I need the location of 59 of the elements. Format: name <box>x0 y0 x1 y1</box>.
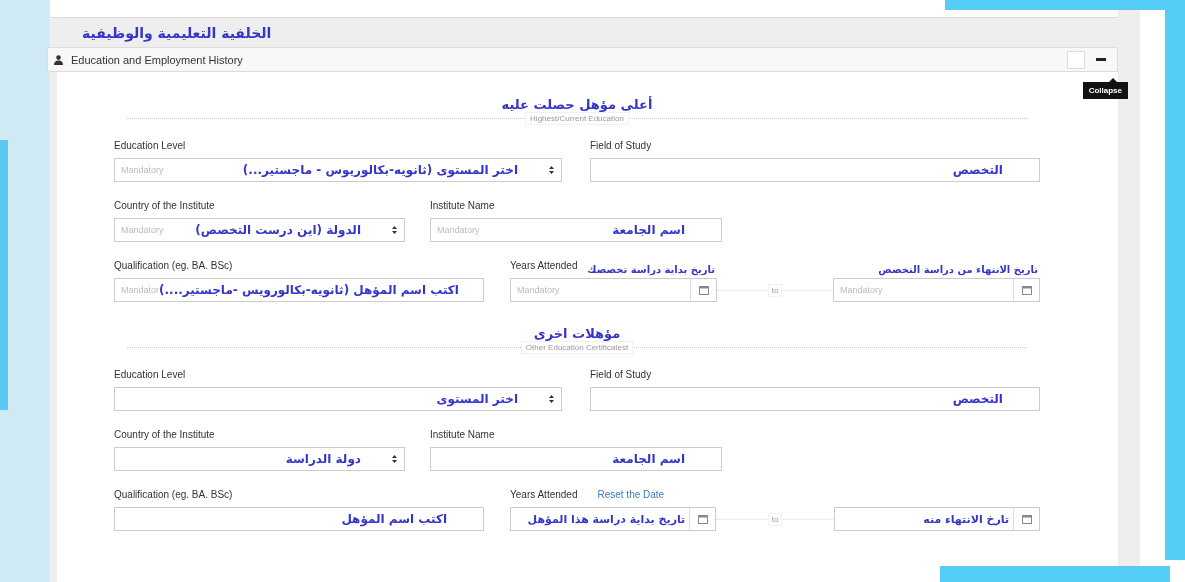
annotation-text: التخصص <box>952 392 1003 406</box>
panel-title: Education and Employment History <box>71 53 243 66</box>
input-field[interactable]: اكتب اسم المؤهل <box>114 507 484 531</box>
annotation-text: تاريخ بداية دراسة تخصصك <box>587 263 715 276</box>
range-separator: to <box>767 283 783 297</box>
annotation-text: الخلفية التعليمية والوظيفية <box>82 25 272 41</box>
input-field[interactable]: اسم الجامعة <box>430 447 722 471</box>
person-icon <box>54 54 63 65</box>
annotation-text: اكتب اسم المؤهل (ثانويه-بكالورويس -ماجستير....) <box>159 283 459 297</box>
field-label: Field of Study <box>590 140 652 153</box>
annotation-text: اسم الجامعة <box>612 452 685 466</box>
select-field[interactable]: اختر المستوى <box>114 387 562 411</box>
field-label: Education Level <box>114 140 186 153</box>
section-title: Highest/Current Education <box>525 111 629 125</box>
field-label: Years Attended <box>510 260 578 273</box>
annotation-text: التخصص <box>952 163 1003 177</box>
calendar-icon <box>1021 285 1032 295</box>
annotation-text: مؤهلات اخرى <box>533 326 621 341</box>
calendar-icon <box>698 285 709 295</box>
annotation-text: دولة الدراسة <box>285 452 361 466</box>
placeholder-text: Mandatory <box>121 225 164 235</box>
field-label: Institute Name <box>430 200 495 213</box>
range-separator: to <box>767 512 783 526</box>
select-field[interactable]: دولة الدراسة <box>114 447 405 471</box>
field-label: Field of Study <box>590 369 652 382</box>
annotation-text: اختر المستوى (ثانويه-بكالوريوس - ماجستير...) <box>242 163 518 177</box>
placeholder-text: Mandatory <box>840 285 883 295</box>
select-arrow-icon <box>391 225 398 235</box>
select-arrow-icon <box>548 394 555 404</box>
annotation-text: تارخ الانتهاء منه <box>923 512 1009 526</box>
section-title: Other Education Certificatest <box>520 340 634 354</box>
reset-date-link[interactable]: Reset the Date <box>597 489 665 503</box>
placeholder-text: Mandatory <box>517 285 560 295</box>
calendar-icon <box>1021 514 1032 524</box>
placeholder-text: Mandator <box>121 285 160 295</box>
annotation-text: تاريخ الانتهاء من دراسة التخصص <box>878 263 1038 276</box>
field-label: Qualification (eg. BA. BSc) <box>114 489 233 502</box>
minus-icon <box>1096 58 1106 61</box>
field-label: Country of the Institute <box>114 200 215 213</box>
date-field[interactable]: تاريخ بداية دراسة هذا المؤهل <box>510 507 717 531</box>
field-label: Qualification (eg. BA. BSc) <box>114 260 233 273</box>
select-arrow-icon <box>391 454 398 464</box>
annotation-text: اختر المستوى <box>436 392 518 406</box>
annotation-text: الدولة (اين درست التخصص) <box>195 223 361 237</box>
field-label: Institute Name <box>430 429 495 442</box>
input-field[interactable]: التخصص <box>590 158 1040 182</box>
field-label: Education Level <box>114 369 186 382</box>
annotation-text: أعلى مؤهل حصلت عليه <box>501 97 653 112</box>
select-arrow-icon <box>548 165 555 175</box>
input-field[interactable]: التخصص <box>590 387 1040 411</box>
field-label: Years Attended <box>510 489 578 502</box>
date-field[interactable]: تارخ الانتهاء منه <box>833 507 1040 531</box>
annotation-text: اسم الجامعة <box>612 223 685 237</box>
field-label: Country of the Institute <box>114 429 215 442</box>
annotation-text: تاريخ بداية دراسة هذا المؤهل <box>527 512 686 526</box>
annotation-text: اكتب اسم المؤهل <box>341 512 447 526</box>
placeholder-text: Mandatory <box>121 165 164 175</box>
placeholder-text: Mandatory <box>437 225 480 235</box>
calendar-icon <box>697 514 708 524</box>
